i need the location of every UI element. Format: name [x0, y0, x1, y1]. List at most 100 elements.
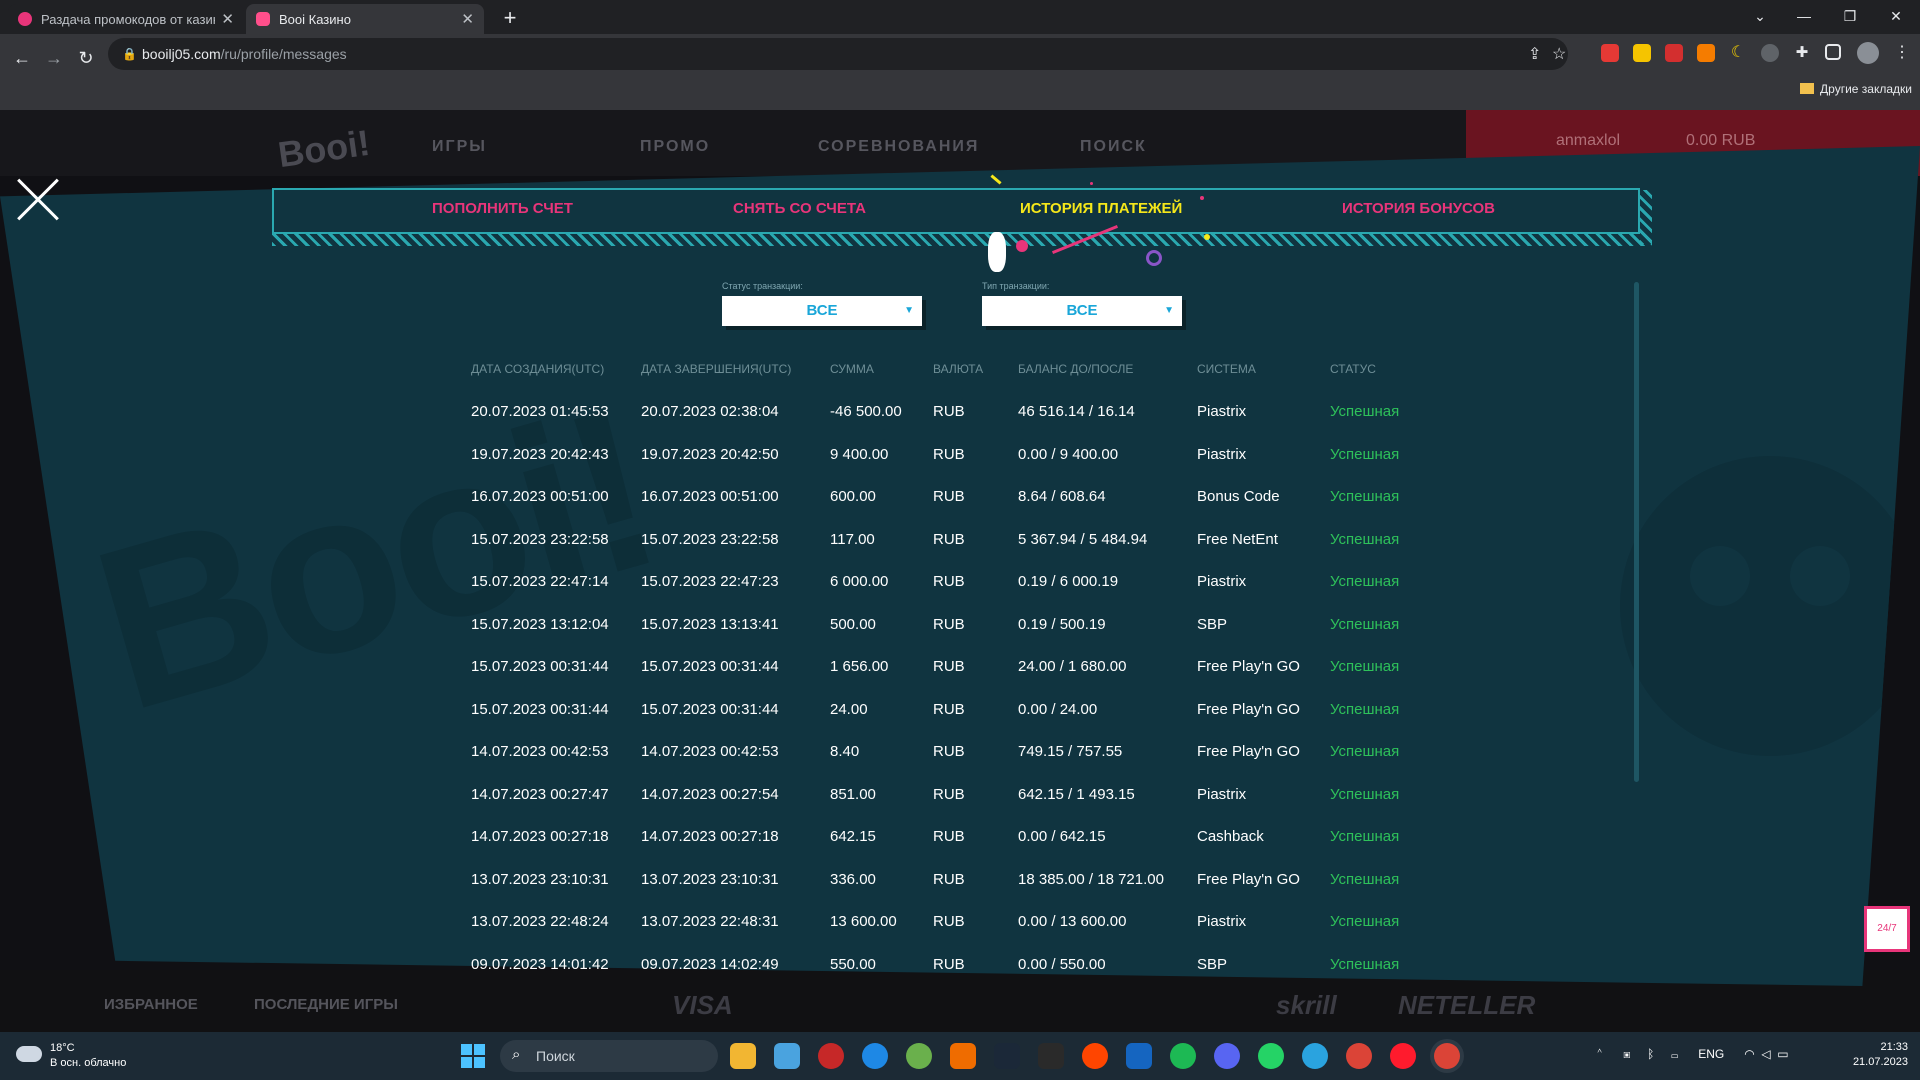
taskbar-search[interactable]: ⌕ Поиск — [500, 1040, 718, 1072]
keyboard-icon[interactable]: ▭ — [1671, 1047, 1678, 1061]
other-bookmarks[interactable]: Другие закладки — [1800, 82, 1912, 96]
col-header-system: СИСТЕМА — [1197, 362, 1256, 376]
tab-bar-decoration — [1640, 190, 1652, 244]
side-panel-icon[interactable] — [1825, 44, 1841, 60]
tray-app-icon[interactable]: ▣ — [1623, 1047, 1630, 1061]
nav-promo[interactable]: ПРОМО — [640, 138, 710, 156]
extension-darkmode-icon[interactable]: ☾ — [1729, 44, 1747, 62]
nav-games[interactable]: ИГРЫ — [432, 138, 487, 156]
cell-currency: RUB — [933, 785, 965, 803]
tab-search-chevron-icon[interactable]: ⌄ — [1740, 2, 1780, 30]
cell-amount: 8.40 — [830, 743, 860, 760]
epic-games-icon[interactable] — [1038, 1043, 1064, 1069]
extension-adblock-icon[interactable] — [1601, 44, 1619, 62]
cell-system: Piastrix — [1197, 445, 1247, 463]
cell-completed: 16.07.2023 00:51:00 — [641, 488, 779, 505]
wifi-icon[interactable]: ◠ — [1744, 1047, 1754, 1061]
address-bar[interactable]: 🔒 booilj05.com/ru/profile/messages ⇪ ☆ — [108, 38, 1568, 70]
bluetooth-icon[interactable]: ᛒ — [1647, 1047, 1654, 1061]
col-header-amount: СУММА — [830, 362, 874, 376]
tab-bonus-history[interactable]: ИСТОРИЯ БОНУСОВ — [1342, 200, 1495, 217]
username[interactable]: anmaxlol — [1556, 132, 1620, 150]
tab-close-icon[interactable]: ✕ — [221, 10, 234, 28]
cell-completed: 14.07.2023 00:27:54 — [641, 785, 779, 803]
minimize-button[interactable]: — — [1784, 2, 1824, 30]
spotify-icon[interactable] — [1170, 1043, 1196, 1069]
tab-payment-history[interactable]: ИСТОРИЯ ПЛАТЕЖЕЙ — [1020, 200, 1182, 217]
extensions-puzzle-icon[interactable]: ✚ — [1793, 44, 1811, 62]
photos-icon[interactable] — [774, 1043, 800, 1069]
volume-icon[interactable]: ◁ — [1761, 1047, 1770, 1061]
ccleaner-icon[interactable] — [862, 1043, 888, 1069]
favorites-tab[interactable]: ИЗБРАННОЕ — [104, 996, 198, 1013]
tray-chevron-icon[interactable]: ⌃ — [1596, 1047, 1603, 1061]
extension-metamask-icon[interactable] — [1697, 44, 1715, 62]
balance[interactable]: 0.00 RUB — [1686, 132, 1755, 150]
cell-balance: 642.15 / 1 493.15 — [1018, 785, 1135, 803]
extension-video-icon[interactable] — [1665, 44, 1683, 62]
share-icon[interactable]: ⇪ — [1528, 44, 1541, 64]
tab-favicon-icon — [256, 12, 270, 26]
chrome-icon[interactable] — [1346, 1043, 1372, 1069]
cell-status: Успешная — [1330, 445, 1400, 463]
confetti-dot — [1016, 240, 1028, 252]
extension-vpn-icon[interactable] — [1761, 44, 1779, 62]
status-filter-select[interactable]: ВСЕ ▼ — [722, 296, 922, 326]
monkey-mascot-icon — [1620, 456, 1920, 756]
close-icon[interactable] — [16, 178, 60, 222]
cell-currency: RUB — [933, 530, 965, 548]
app-icon[interactable] — [950, 1043, 976, 1069]
restore-button[interactable]: ❐ — [1830, 2, 1870, 30]
cell-system: Piastrix — [1197, 785, 1247, 803]
cell-currency: RUB — [933, 615, 965, 633]
telegram-icon[interactable] — [1302, 1043, 1328, 1069]
discord-icon[interactable] — [1214, 1043, 1240, 1069]
battlenet-icon[interactable] — [1126, 1043, 1152, 1069]
browser-toolbar: ← → ↻ 🔒 booilj05.com/ru/profile/messages… — [0, 34, 1920, 110]
nav-competitions[interactable]: СОРЕВНОВАНИЯ — [818, 138, 979, 156]
recent-games-tab[interactable]: ПОСЛЕДНИЕ ИГРЫ — [254, 996, 398, 1013]
back-arrow-icon[interactable]: ← — [8, 44, 36, 72]
nav-search[interactable]: ПОИСК — [1080, 138, 1147, 156]
extension-bookmark-icon[interactable] — [1633, 44, 1651, 62]
windows-start-icon[interactable] — [461, 1044, 485, 1068]
browser-menu-icon[interactable]: ⋮ — [1893, 44, 1911, 62]
weather-temperature: 18°C — [50, 1042, 75, 1054]
chrome-active-icon[interactable] — [1434, 1043, 1460, 1069]
browser-tab-promo[interactable]: Раздача промокодов от казино ✕ — [8, 4, 244, 34]
language-indicator[interactable]: ENG — [1698, 1047, 1724, 1061]
browser-tab-booi[interactable]: Booi Казино ✕ — [246, 4, 484, 34]
file-explorer-icon[interactable] — [730, 1043, 756, 1069]
cell-balance: 0.00 / 13 600.00 — [1018, 913, 1127, 930]
antivirus-icon[interactable] — [818, 1043, 844, 1069]
profile-avatar[interactable] — [1857, 42, 1879, 64]
type-filter-select[interactable]: ВСЕ ▼ — [982, 296, 1182, 326]
whatsapp-icon[interactable] — [1258, 1043, 1284, 1069]
opera-icon[interactable] — [1390, 1043, 1416, 1069]
battery-icon[interactable]: ▭ — [1777, 1047, 1788, 1061]
url-text: booilj05.com/ru/profile/messages — [142, 46, 347, 62]
ea-app-icon[interactable] — [1082, 1043, 1108, 1069]
tab-close-icon[interactable]: ✕ — [461, 10, 474, 28]
close-window-button[interactable]: ✕ — [1876, 2, 1916, 30]
utorrent-icon[interactable] — [906, 1043, 932, 1069]
forward-arrow-icon[interactable]: → — [40, 44, 68, 72]
site-logo[interactable]: Booi! — [276, 122, 373, 176]
table-scrollbar[interactable] — [1634, 282, 1639, 782]
cell-system: Bonus Code — [1197, 488, 1280, 505]
bookmark-star-icon[interactable]: ☆ — [1552, 44, 1566, 64]
tab-withdraw[interactable]: СНЯТЬ СО СЧЕТА — [733, 200, 866, 217]
support-chat-button[interactable]: 24/7 — [1864, 906, 1910, 952]
cell-system: Free Play'n GO — [1197, 700, 1300, 718]
tab-deposit[interactable]: ПОПОЛНИТЬ СЧЕТ — [432, 200, 573, 217]
confetti-dot — [1204, 234, 1210, 240]
cell-created: 15.07.2023 23:22:58 — [471, 530, 609, 548]
steam-icon[interactable] — [994, 1043, 1020, 1069]
new-tab-button[interactable]: + — [496, 6, 524, 30]
cell-created: 15.07.2023 00:31:44 — [471, 700, 609, 718]
clock[interactable]: 21:33 21.07.2023 — [1853, 1040, 1908, 1070]
reload-icon[interactable]: ↻ — [72, 44, 100, 72]
cell-balance: 24.00 / 1 680.00 — [1018, 658, 1127, 675]
cell-created: 16.07.2023 00:51:00 — [471, 488, 609, 505]
cell-currency: RUB — [933, 870, 965, 888]
